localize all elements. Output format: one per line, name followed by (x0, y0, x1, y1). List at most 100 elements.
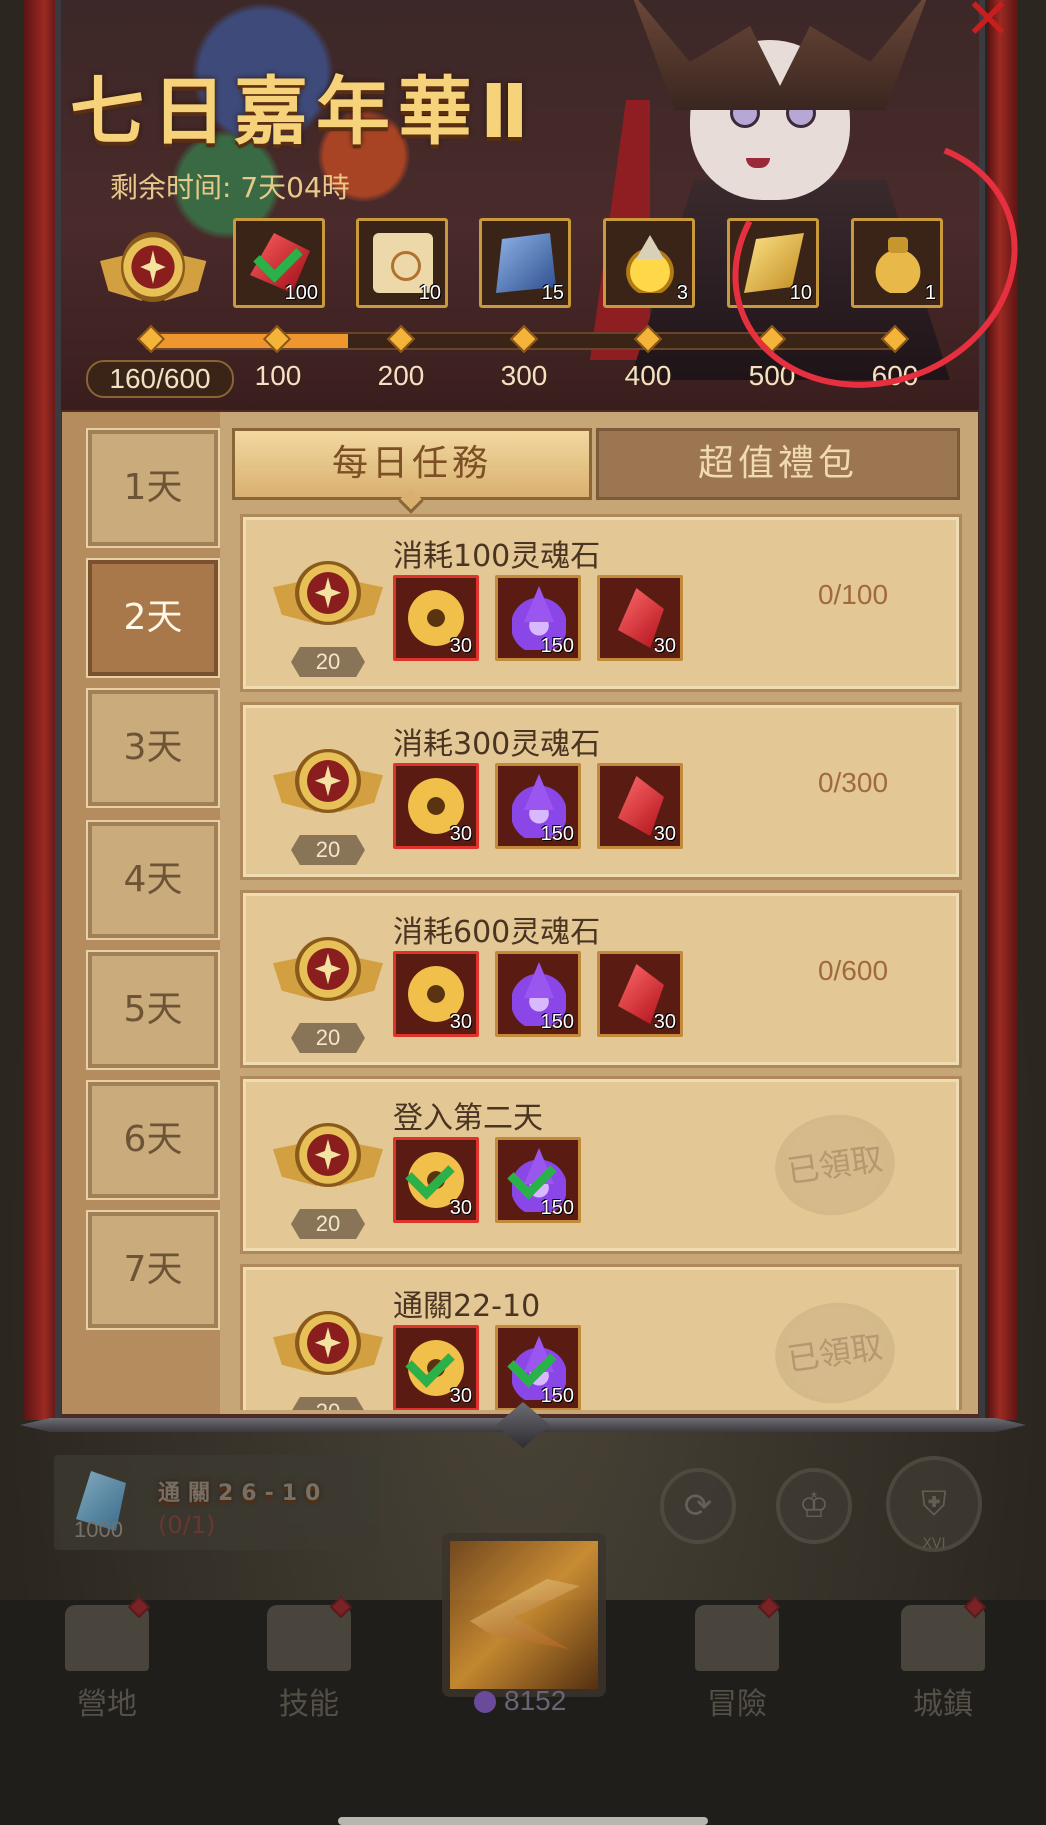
nav-camp[interactable]: 營地 (42, 1595, 172, 1723)
reward-qty: 30 (449, 1011, 472, 1033)
reward-ruby[interactable]: 30 (597, 575, 683, 661)
quest-tracker[interactable]: 1000 通關26-10 (0/1) (54, 1455, 379, 1550)
task-title: 消耗300灵魂石 (393, 727, 601, 762)
reward-qty: 30 (449, 823, 472, 845)
crown-icon: ♔ (798, 1486, 830, 1526)
castle-icon (901, 1595, 987, 1671)
progress-count: 160/600 (86, 360, 234, 398)
day-tab-5[interactable]: 5天 (86, 950, 220, 1070)
reward-soul-flame[interactable]: 150 (495, 763, 581, 849)
nav-town[interactable]: 城鎮 (878, 1595, 1008, 1723)
task-points: 20 (291, 647, 365, 677)
task-progress: 0/600 (817, 955, 889, 986)
day-tab-3[interactable]: 3天 (86, 688, 220, 808)
close-button[interactable]: ✕ (960, 0, 1016, 48)
nav-adventure[interactable]: 冒險 (672, 1595, 802, 1723)
task-list[interactable]: 20 消耗100灵魂石 30 150 30 0/100 20 消耗300灵魂石 … (232, 510, 972, 1410)
day-tab-6[interactable]: 6天 (86, 1080, 220, 1200)
task-card: 20 消耗100灵魂石 30 150 30 0/100 (240, 514, 962, 692)
refresh-icon: ⟳ (683, 1486, 713, 1526)
task-title: 消耗100灵魂石 (393, 539, 601, 574)
home-indicator (338, 1817, 708, 1825)
close-icon: ✕ (964, 0, 1012, 52)
task-card: 20 消耗600灵魂石 30 150 30 0/600 (240, 890, 962, 1068)
reward-ruby[interactable]: 30 (597, 951, 683, 1037)
reward-soul-flame[interactable]: 150 (495, 1137, 581, 1223)
reward-skull-coin[interactable]: 30 (393, 575, 479, 661)
reward-qty: 15 (541, 282, 564, 304)
milestone-reward-300[interactable]: 15 (479, 218, 571, 308)
task-progress: 0/300 (817, 767, 889, 798)
task-progress: 0/100 (817, 579, 889, 610)
claimed-stamp: 已領取 (768, 1107, 902, 1223)
reward-skull-coin[interactable]: 30 (393, 1325, 479, 1410)
reward-qty: 150 (540, 823, 574, 845)
task-title: 通關22-10 (393, 1289, 541, 1324)
milestone-reward-100[interactable]: 100 (233, 218, 325, 308)
day-tab-2[interactable]: 2天 (86, 558, 220, 678)
reward-qty: 30 (449, 1385, 472, 1407)
gold-pot-icon (620, 233, 680, 293)
task-points: 20 (291, 1023, 365, 1053)
reward-qty: 30 (653, 1011, 676, 1033)
milestone-label: 400 (624, 360, 672, 391)
reward-skull-coin[interactable]: 30 (393, 1137, 479, 1223)
map-icon (695, 1595, 781, 1671)
crest-button[interactable]: ⛨ XVI (886, 1456, 982, 1552)
reward-soul-flame[interactable]: 150 (495, 1325, 581, 1410)
quest-reward-amount: 1000 (74, 1517, 123, 1542)
task-title: 登入第二天 (393, 1101, 543, 1136)
day-tab-1[interactable]: 1天 (86, 428, 220, 548)
helmet-icon: ⛨ (921, 1484, 947, 1524)
character-mouth (746, 158, 770, 168)
skill-scroll-icon (267, 1595, 353, 1671)
milestone-label: 200 (377, 360, 425, 391)
reward-qty: 100 (284, 282, 318, 304)
reward-soul-flame[interactable]: 150 (495, 575, 581, 661)
curtain-left (24, 0, 58, 1420)
quest-progress: (0/1) (158, 1511, 216, 1539)
reward-skull-coin[interactable]: 30 (393, 763, 479, 849)
milestone-reward-200[interactable]: 10 (356, 218, 448, 308)
reward-qty: 30 (653, 635, 676, 657)
reward-ruby[interactable]: 30 (597, 763, 683, 849)
active-skill-button[interactable] (442, 1533, 606, 1697)
reward-qty: 3 (676, 282, 688, 304)
milestone-label: 100 (254, 360, 302, 391)
currency-value: 8152 (504, 1685, 567, 1716)
tab-value-gifts[interactable]: 超值禮包 (596, 428, 960, 500)
points-medal-icon (273, 743, 383, 835)
progress-fill (147, 334, 348, 348)
nav-skill[interactable]: 技能 (244, 1595, 374, 1723)
nav-label: 技能 (279, 1687, 339, 1722)
milestone-reward-400[interactable]: 3 (603, 218, 695, 308)
task-card: 20 消耗300灵魂石 30 150 30 0/300 (240, 702, 962, 880)
slash-skill-icon (470, 1579, 580, 1649)
task-points: 20 (291, 835, 365, 865)
task-card: 20 通關22-10 30 150 已領取 (240, 1264, 962, 1410)
day-tab-7[interactable]: 7天 (86, 1210, 220, 1330)
claimed-stamp: 已領取 (768, 1295, 902, 1410)
refresh-button[interactable]: ⟳ (660, 1468, 736, 1544)
soul-orb-icon (474, 1691, 496, 1713)
task-points: 20 (291, 1397, 365, 1410)
milestone-label: 300 (500, 360, 548, 391)
reward-qty: 30 (449, 635, 472, 657)
day-tab-4[interactable]: 4天 (86, 820, 220, 940)
task-card: 20 登入第二天 30 150 已領取 (240, 1076, 962, 1254)
reward-soul-flame[interactable]: 150 (495, 951, 581, 1037)
crest-label: XVI (922, 1536, 946, 1552)
nav-label: 冒險 (707, 1687, 767, 1722)
points-medal-icon (273, 1305, 383, 1397)
reward-qty: 150 (540, 1197, 574, 1219)
reward-qty: 150 (540, 1385, 574, 1407)
reward-qty: 150 (540, 1011, 574, 1033)
event-title: 七日嘉年華Ⅱ (70, 69, 537, 155)
reward-skull-coin[interactable]: 30 (393, 951, 479, 1037)
event-countdown: 剩余时间: 7天04時 (110, 171, 350, 204)
task-title: 消耗600灵魂石 (393, 915, 601, 950)
crown-button[interactable]: ♔ (776, 1468, 852, 1544)
reward-qty: 150 (540, 635, 574, 657)
reward-qty: 30 (449, 1197, 472, 1219)
points-medal-icon (273, 1117, 383, 1209)
